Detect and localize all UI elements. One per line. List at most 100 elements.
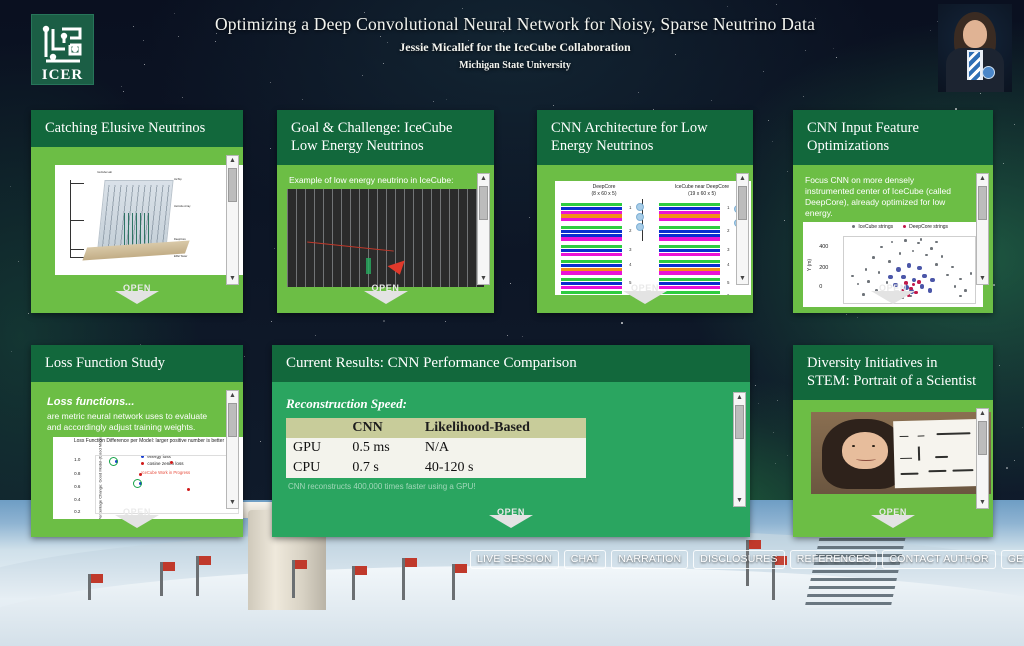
affiliation-line: Michigan State University (150, 60, 880, 71)
scrollbar-thumb[interactable] (228, 168, 237, 202)
open-arrow-icon (489, 515, 533, 528)
get-iposter-button[interactable]: GET IPOSTER (1001, 550, 1024, 569)
scroll-up-icon[interactable]: ▲ (979, 409, 986, 419)
poster-header: ICER Optimizing a Deep Convolutional Neu… (0, 0, 1024, 100)
panel-title: Diversity Initiatives in STEM: Portrait … (793, 345, 993, 400)
col-likelihood: Likelihood-Based (418, 418, 586, 438)
panel-body: Reconstruction Speed: CNN Likelihood-Bas… (272, 382, 750, 537)
panel-scrollbar[interactable]: ▲ ▼ (226, 390, 239, 509)
open-arrow-icon (115, 515, 159, 528)
panel-title: Goal & Challenge: IceCube Low Energy Neu… (277, 110, 494, 165)
marker-flag (196, 556, 199, 596)
panel-scrollbar[interactable]: ▲ ▼ (733, 392, 746, 507)
author-photo (938, 4, 1012, 92)
panel-title: Loss Function Study (31, 345, 243, 382)
open-control[interactable]: OPEN (537, 283, 753, 311)
chat-button[interactable]: CHAT (564, 550, 607, 569)
panel-scrollbar[interactable]: ▲ ▼ (976, 408, 989, 509)
scroll-up-icon[interactable]: ▲ (480, 174, 487, 184)
results-cut-text: CNN reconstructs 400,000 times faster us… (288, 482, 740, 491)
live-session-button[interactable]: LIVE SESSION (470, 550, 559, 569)
open-control[interactable]: OPEN (793, 507, 993, 535)
legend-icecube-strings: IceCube strings (852, 224, 893, 230)
panel-title: CNN Architecture for Low Energy Neutrino… (537, 110, 753, 165)
panel-title: Catching Elusive Neutrinos (31, 110, 243, 147)
panel-body: DeepCore (8 x 60 x 5) 1 2 3 4 5 IceCube … (537, 165, 753, 313)
panel-scrollbar[interactable]: ▲ ▼ (736, 173, 749, 285)
marker-flag (160, 562, 163, 596)
scrollbar-thumb[interactable] (479, 186, 488, 220)
table-row: CPU 0.7 s 40-120 s (286, 458, 586, 478)
panel-cnn-architecture[interactable]: CNN Architecture for Low Energy Neutrino… (537, 110, 753, 313)
panel-scrollbar[interactable]: ▲ ▼ (226, 155, 239, 285)
author-line: Jessie Micallef for the IceCube Collabor… (150, 40, 880, 55)
open-arrow-icon (623, 291, 667, 304)
y-axis-label: Y (m) (807, 258, 813, 270)
page-title: Optimizing a Deep Convolutional Neural N… (150, 14, 880, 35)
panel-title: Current Results: CNN Performance Compari… (272, 345, 750, 382)
open-control[interactable]: OPEN (277, 283, 494, 311)
panel-cnn-input-feature-optimizations[interactable]: CNN Input Feature Optimizations Focus CN… (793, 110, 993, 313)
bottom-toolbar: LIVE SESSION CHAT NARRATION DISCLOSURES … (470, 550, 1024, 569)
icer-wordmark: ICER (42, 68, 84, 82)
marker-flag (352, 566, 355, 600)
disclosures-button[interactable]: DISCLOSURES (693, 550, 784, 569)
scroll-up-icon[interactable]: ▲ (229, 391, 236, 401)
contact-author-button[interactable]: CONTACT AUTHOR (882, 550, 995, 569)
scrollbar-thumb[interactable] (978, 186, 987, 220)
panel-note: Focus CNN on more densely instrumented c… (805, 175, 959, 219)
open-arrow-icon (364, 291, 408, 304)
scrollbar-thumb[interactable] (735, 405, 744, 439)
panel-body: IceCube Lab IceTop IceCube Array DeepCor… (31, 147, 243, 313)
panel-loss-function-study[interactable]: Loss Function Study Loss functions... ar… (31, 345, 243, 537)
scroll-up-icon[interactable]: ▲ (229, 156, 236, 166)
staircase (805, 538, 906, 608)
scroll-down-icon[interactable]: ▼ (736, 496, 743, 506)
title-block: Optimizing a Deep Convolutional Neural N… (150, 14, 880, 71)
marker-flag (452, 564, 455, 600)
panel-body: Focus CNN on more densely instrumented c… (793, 165, 993, 313)
scrollbar-thumb[interactable] (738, 186, 747, 220)
panel-note: are metric neural network uses to evalua… (47, 411, 209, 433)
references-button[interactable]: REFERENCES (790, 550, 878, 569)
cnn-architecture-figure[interactable]: DeepCore (8 x 60 x 5) 1 2 3 4 5 IceCube … (555, 181, 751, 295)
panel-diversity-initiatives[interactable]: Diversity Initiatives in STEM: Portrait … (793, 345, 993, 537)
scientist-portrait-photo[interactable] (811, 412, 991, 494)
results-subtitle: Reconstruction Speed: (286, 396, 740, 412)
panel-body: Example of low energy neutrino in IceCub… (277, 165, 494, 313)
loss-heading: Loss functions... (47, 396, 233, 408)
circuit-board-icon (40, 23, 86, 67)
open-arrow-icon (871, 291, 915, 304)
panel-goal-and-challenge[interactable]: Goal & Challenge: IceCube Low Energy Neu… (277, 110, 494, 313)
panel-catching-elusive-neutrinos[interactable]: Catching Elusive Neutrinos IceCube Lab I… (31, 110, 243, 313)
panel-title: CNN Input Feature Optimizations (793, 110, 993, 165)
open-control[interactable]: OPEN (31, 507, 243, 535)
icer-logo: ICER (31, 14, 94, 85)
scroll-up-icon[interactable]: ▲ (979, 174, 986, 184)
open-control[interactable]: OPEN (272, 507, 750, 535)
col-blank (286, 418, 345, 438)
table-row: GPU 0.5 ms N/A (286, 438, 586, 458)
panel-current-results[interactable]: Current Results: CNN Performance Compari… (272, 345, 750, 537)
cnn-branch-deepcore: DeepCore (8 x 60 x 5) 1 2 3 4 5 (555, 181, 653, 295)
scrollbar-thumb[interactable] (228, 403, 237, 437)
open-control[interactable]: OPEN (31, 283, 243, 311)
col-cnn: CNN (345, 418, 418, 438)
chart-title: Loss Function Difference per Model: larg… (53, 438, 243, 445)
scroll-up-icon[interactable]: ▲ (736, 393, 743, 403)
panel-body: ▲ ▼ OPEN (793, 400, 993, 537)
panel-scrollbar[interactable]: ▲ ▼ (976, 173, 989, 285)
marker-flag (402, 558, 405, 600)
marker-flag (88, 574, 91, 600)
legend-deepcore-strings: DeepCore strings (903, 224, 948, 230)
narration-button[interactable]: NARRATION (611, 550, 688, 569)
open-arrow-icon (871, 515, 915, 528)
panel-note: Example of low energy neutrino in IceCub… (289, 175, 484, 186)
marker-flag (292, 560, 295, 598)
scroll-up-icon[interactable]: ▲ (739, 174, 746, 184)
panel-scrollbar[interactable]: ▲ ▼ (477, 173, 490, 285)
icecube-detector-figure[interactable]: IceCube Lab IceTop IceCube Array DeepCor… (55, 165, 243, 275)
open-control[interactable]: OPEN (793, 283, 993, 311)
scrollbar-thumb[interactable] (978, 421, 987, 455)
event-display-figure[interactable] (287, 189, 484, 287)
